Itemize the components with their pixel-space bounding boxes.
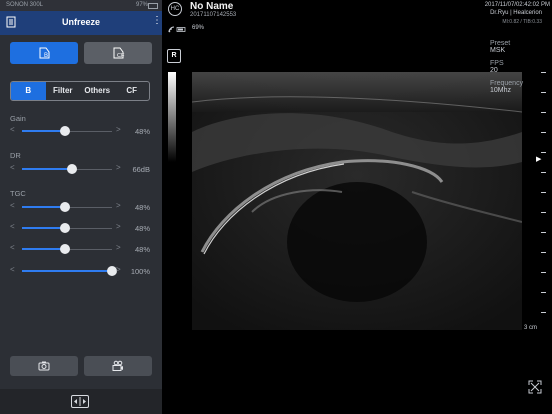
frequency-value: 10Mhz: [490, 87, 512, 94]
healcerion-logo: HC: [168, 2, 182, 16]
tgc-4-decrease-icon[interactable]: <: [10, 265, 15, 274]
grayscale-bar: [168, 72, 176, 162]
battery-text: 97%: [135, 2, 148, 8]
tgc-label: TGC: [10, 189, 26, 198]
tab-b[interactable]: B: [11, 82, 46, 100]
svg-text:CF: CF: [117, 53, 125, 59]
tgc-slider-row-1: < > 48%: [10, 201, 152, 213]
ruler-tick: [541, 232, 546, 233]
gain-slider-handle[interactable]: [60, 126, 71, 136]
expand-icon[interactable]: [528, 380, 542, 394]
doctor-info: Dr.Ryu | Healcerion: [490, 10, 542, 16]
tgc-2-value: 48%: [134, 224, 150, 233]
tgc-1-slider-handle[interactable]: [60, 202, 71, 212]
ruler-tick: [541, 132, 546, 133]
more-options-icon[interactable]: ⋮: [152, 16, 162, 26]
focus-marker-icon[interactable]: ▶: [536, 155, 541, 163]
record-video-button[interactable]: [84, 356, 152, 376]
fps-value: 20: [490, 67, 498, 74]
device-name: SONON 300L: [6, 2, 44, 8]
fps-key: FPS: [490, 60, 504, 67]
ultrasound-image[interactable]: [192, 72, 522, 330]
preset-key: Preset: [490, 40, 511, 47]
tgc-slider-row-2: < > 48%: [10, 222, 152, 234]
gain-slider-row: < > 48%: [10, 125, 152, 137]
unfreeze-button[interactable]: Unfreeze: [0, 17, 162, 27]
dr-slider-row: < > 66dB: [10, 163, 152, 175]
gain-decrease-icon[interactable]: <: [10, 125, 15, 134]
gain-fill: [22, 130, 66, 132]
ruler-tick: [541, 112, 546, 113]
capture-image-button[interactable]: [10, 356, 78, 376]
tgc-1-increase-icon[interactable]: >: [116, 201, 121, 210]
app-bar: Unfreeze ⋮: [0, 11, 162, 35]
gain-label: Gain: [10, 114, 26, 123]
cf-mode-icon: CF: [113, 47, 125, 59]
dr-value: 66dB: [132, 165, 150, 174]
ruler-tick: [541, 72, 546, 73]
dr-fill: [22, 168, 72, 170]
frequency-key: Frequency: [490, 80, 524, 87]
depth-label: 3 cm: [524, 325, 538, 331]
patient-name: No Name: [190, 1, 234, 12]
ruler-tick: [541, 152, 546, 153]
tgc-3-slider-handle[interactable]: [60, 244, 71, 254]
footer-bar: [0, 389, 162, 414]
status-bar: SONON 300L 97%: [0, 0, 162, 11]
dr-slider-handle[interactable]: [66, 164, 77, 174]
dr-decrease-icon[interactable]: <: [10, 163, 15, 172]
tgc-4-increase-icon[interactable]: >: [116, 265, 121, 274]
tgc-2-slider-handle[interactable]: [60, 223, 71, 233]
tgc-1-value: 48%: [134, 203, 150, 212]
b-mode-button[interactable]: B: [10, 42, 78, 64]
ruler-tick: [541, 272, 546, 273]
settings-tabs: B Filter Others CF: [10, 81, 150, 101]
image-info-panel: Preset MSK FPS 20 Frequency 10Mhz: [490, 40, 540, 100]
orientation-badge: R: [167, 49, 181, 63]
fullscreen-toggle-icon[interactable]: [71, 395, 89, 408]
tgc-3-decrease-icon[interactable]: <: [10, 243, 15, 252]
tgc-slider-row-3: < > 48%: [10, 243, 152, 255]
ruler-tick: [541, 292, 546, 293]
ultrasound-view: HC No Name 20171107142553 2017/11/07/02:…: [162, 0, 552, 414]
ruler-tick: [541, 172, 546, 173]
tgc-slider-row-4: < > 100%: [10, 265, 152, 277]
control-panel: SONON 300L 97% Unfreeze ⋮ B CF B Filter …: [0, 0, 162, 414]
tgc-1-fill: [22, 206, 66, 208]
dr-increase-icon[interactable]: >: [116, 163, 121, 172]
tgc-3-increase-icon[interactable]: >: [116, 243, 121, 252]
gain-value: 48%: [134, 127, 150, 136]
tgc-3-value: 48%: [134, 245, 150, 254]
cf-mode-button[interactable]: CF: [84, 42, 152, 64]
tgc-1-decrease-icon[interactable]: <: [10, 201, 15, 210]
tgc-4-value: 100%: [130, 267, 150, 276]
ruler-tick: [541, 212, 546, 213]
camera-icon: [38, 361, 50, 371]
patient-id: 20171107142553: [190, 12, 237, 18]
ruler-tick: [541, 312, 546, 313]
battery-icon: [148, 3, 158, 9]
video-camera-icon: [112, 360, 123, 371]
tgc-3-fill: [22, 248, 66, 250]
probe-battery: 69%: [192, 25, 205, 31]
tgc-2-decrease-icon[interactable]: <: [10, 222, 15, 231]
ruler-tick: [541, 192, 546, 193]
dr-label: DR: [10, 151, 21, 160]
tgc-4-fill: [22, 270, 112, 272]
tgc-2-fill: [22, 227, 66, 229]
depth-ruler: [534, 72, 550, 330]
svg-text:B: B: [44, 53, 48, 59]
ruler-tick: [541, 92, 546, 93]
tgc-2-increase-icon[interactable]: >: [116, 222, 121, 231]
connection-status-icon: [168, 25, 188, 35]
ruler-tick: [541, 252, 546, 253]
tab-filter[interactable]: Filter: [46, 82, 81, 100]
mi-tib-index: MI:0.82 / TIB:0.33: [502, 19, 542, 25]
tab-cf[interactable]: CF: [115, 82, 150, 100]
preset-value: MSK: [490, 47, 506, 54]
gain-increase-icon[interactable]: >: [116, 125, 121, 134]
tab-others[interactable]: Others: [80, 82, 115, 100]
date-time: 2017/11/07/02:42:02 PM: [484, 2, 550, 8]
b-mode-icon: B: [39, 47, 50, 59]
